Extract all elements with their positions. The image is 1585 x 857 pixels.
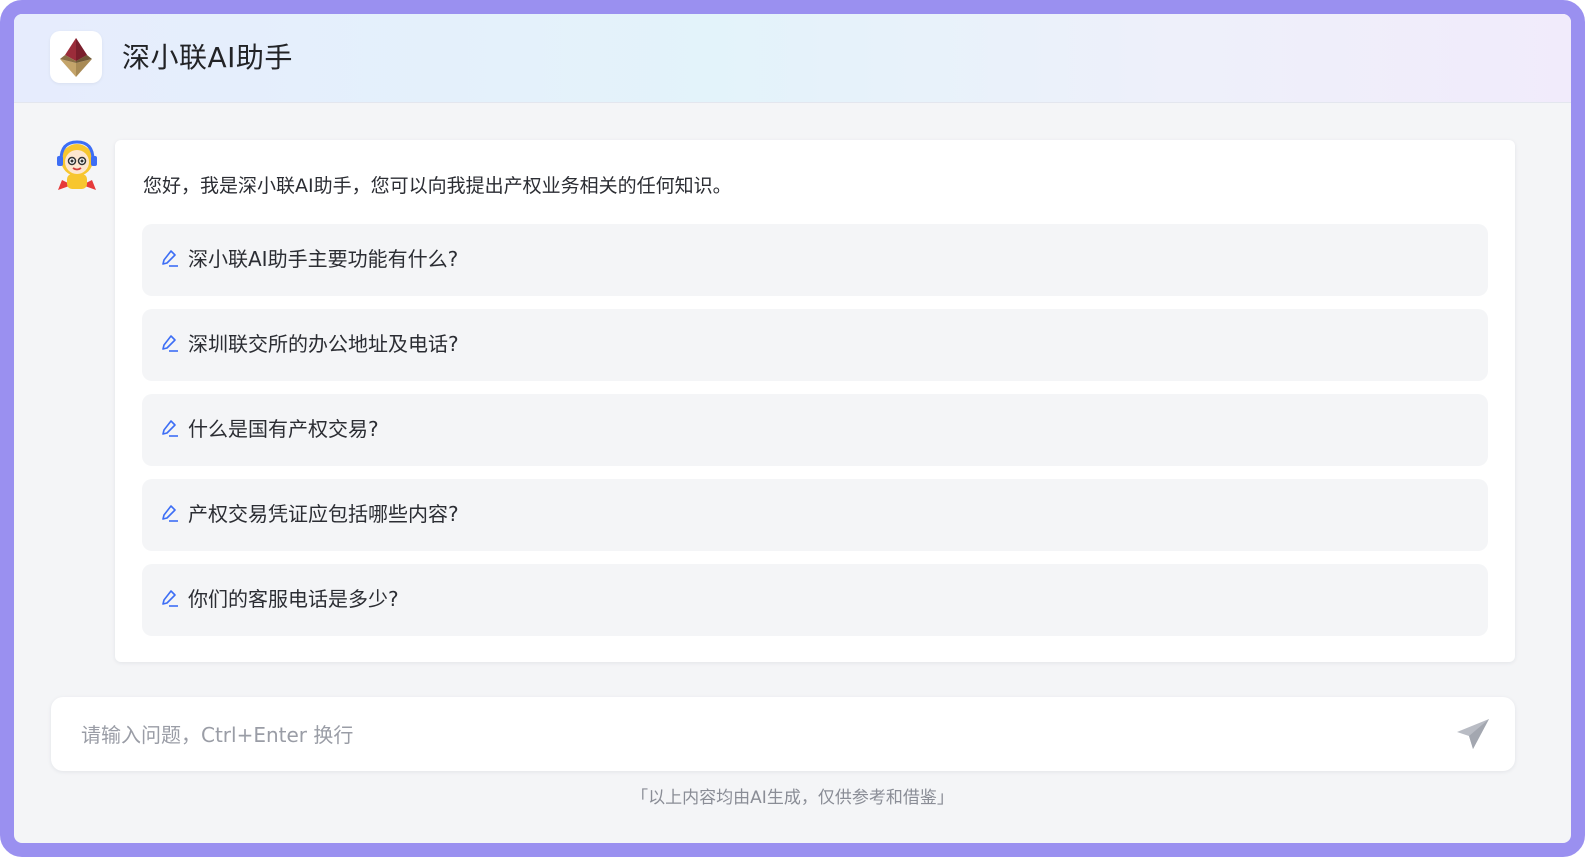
suggested-question-text: 产权交易凭证应包括哪些内容? — [188, 502, 459, 526]
pen-icon — [162, 590, 178, 607]
ai-disclaimer: 「以上内容均由AI生成，仅供参考和借鉴」 — [631, 788, 954, 808]
suggested-question[interactable]: 深小联AI助手主要功能有什么? — [142, 224, 1488, 296]
question-input[interactable] — [79, 714, 1423, 756]
suggested-question[interactable]: 产权交易凭证应包括哪些内容? — [142, 479, 1488, 551]
robot-mascot-icon — [57, 140, 97, 190]
header-bar: 深小联AI助手 — [14, 14, 1571, 103]
paper-plane-icon — [1457, 719, 1489, 749]
suggested-question-text: 什么是国有产权交易? — [188, 417, 379, 441]
pen-icon — [162, 505, 178, 522]
assistant-greeting: 您好，我是深小联AI助手，您可以向我提出产权业务相关的任何知识。 — [143, 175, 732, 197]
pen-icon — [162, 335, 178, 352]
chat-input-bar — [51, 697, 1515, 771]
diamond-logo-icon — [60, 38, 92, 77]
send-button[interactable] — [1453, 714, 1493, 754]
chat-message-card: 您好，我是深小联AI助手，您可以向我提出产权业务相关的任何知识。 深小联AI助手… — [115, 140, 1515, 662]
suggested-question[interactable]: 什么是国有产权交易? — [142, 394, 1488, 466]
suggested-question-text: 深圳联交所的办公地址及电话? — [188, 332, 459, 356]
assistant-avatar — [52, 138, 102, 192]
app-title: 深小联AI助手 — [122, 41, 293, 74]
suggested-question-text: 你们的客服电话是多少? — [188, 587, 399, 611]
app-window: 深小联AI助手 您好，我是深小联AI助手，您可以向我提出产权业务相关的任何知识。 — [0, 0, 1585, 857]
logo — [50, 31, 102, 83]
pen-icon — [162, 420, 178, 437]
suggested-question-text: 深小联AI助手主要功能有什么? — [188, 247, 459, 271]
suggested-question[interactable]: 你们的客服电话是多少? — [142, 564, 1488, 636]
suggested-question[interactable]: 深圳联交所的办公地址及电话? — [142, 309, 1488, 381]
pen-icon — [162, 250, 178, 267]
